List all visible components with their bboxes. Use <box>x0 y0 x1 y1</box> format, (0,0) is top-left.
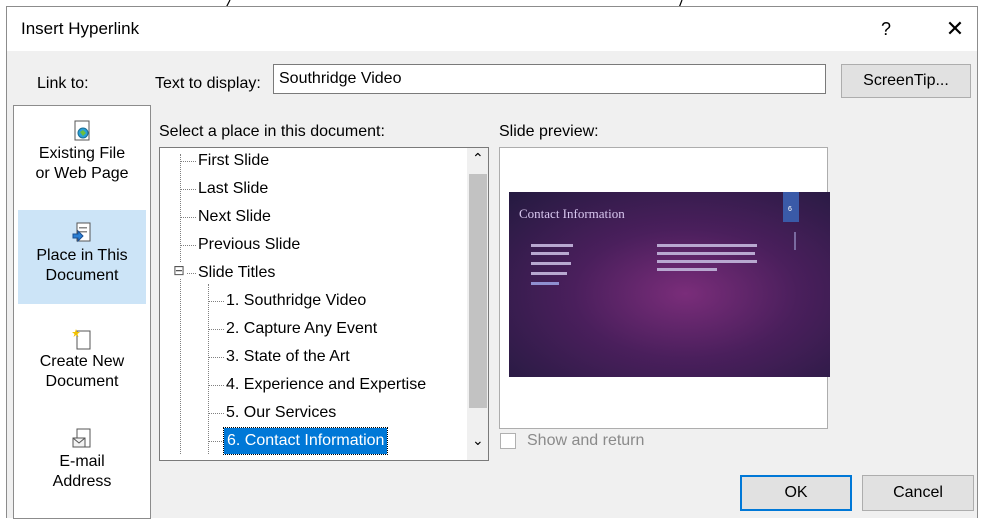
link-to-label: Link to: <box>37 75 89 92</box>
web-file-icon <box>74 120 90 141</box>
link-existing-file[interactable]: Existing File or Web Page <box>18 120 146 184</box>
link-existing-file-label-b: or Web Page <box>35 165 129 182</box>
link-place-label-a: Place in This <box>36 247 128 264</box>
link-email-label-b: Address <box>52 473 112 490</box>
slide-thumbnail: Contact Information 6 <box>509 192 830 377</box>
slide-title: Contact Information <box>519 206 625 221</box>
scroll-thumb[interactable] <box>469 174 487 408</box>
link-create-new-document[interactable]: Create New Document <box>18 328 146 392</box>
slide-number-tab: 6 <box>783 192 799 222</box>
cancel-button[interactable]: Cancel <box>862 475 974 511</box>
tree-node-first-slide[interactable]: First Slide <box>198 148 269 174</box>
slide-vertical-text <box>794 232 796 250</box>
tree-node-slide-2[interactable]: 2. Capture Any Event <box>226 316 377 342</box>
scroll-up-icon[interactable]: ⌃ <box>472 150 484 167</box>
show-and-return-checkbox[interactable] <box>500 433 516 449</box>
tree-node-slide-4[interactable]: 4. Experience and Expertise <box>226 372 426 398</box>
link-email-address[interactable]: E-mail Address <box>18 428 146 492</box>
tree-node-last-slide[interactable]: Last Slide <box>198 176 268 202</box>
link-email-label-a: E-mail <box>59 453 105 470</box>
place-in-document-icon <box>72 222 91 243</box>
dialog-title: Insert Hyperlink <box>21 19 140 38</box>
link-create-label-b: Document <box>45 373 119 390</box>
tree-scrollbar[interactable]: ⌃ ⌄ <box>467 148 488 460</box>
tree-node-slide-6[interactable]: 6. Contact Information <box>222 427 389 455</box>
screentip-button[interactable]: ScreenTip... <box>841 64 971 98</box>
scroll-down-icon[interactable]: ⌄ <box>472 432 484 449</box>
text-to-display-input[interactable]: Southridge Video <box>273 64 826 94</box>
link-to-bar: Existing File or Web Page Place in This … <box>13 105 151 519</box>
link-place-label-b: Document <box>45 267 119 284</box>
show-and-return-label: Show and return <box>527 432 645 449</box>
link-place-in-document[interactable]: Place in This Document <box>18 210 146 304</box>
text-to-display-label: Text to display: <box>155 75 261 92</box>
link-create-label-a: Create New <box>39 353 125 370</box>
new-document-icon <box>72 329 91 350</box>
link-existing-file-label-a: Existing File <box>38 145 126 162</box>
place-tree[interactable]: First Slide Last Slide Next Slide Previo… <box>159 147 489 461</box>
select-place-label: Select a place in this document: <box>159 123 385 140</box>
slide-preview-pane: Contact Information 6 <box>499 147 830 429</box>
tree-node-slide-1[interactable]: 1. Southridge Video <box>226 288 366 314</box>
tree-node-slide-5[interactable]: 5. Our Services <box>226 400 336 426</box>
tree-node-next-slide[interactable]: Next Slide <box>198 204 271 230</box>
tree-node-slide-3[interactable]: 3. State of the Art <box>226 344 350 370</box>
insert-hyperlink-dialog: Insert Hyperlink ? ✕ Link to: Text to di… <box>6 6 978 519</box>
collapse-expander-icon[interactable]: ⊟ <box>173 262 185 278</box>
email-icon <box>72 428 91 448</box>
help-button[interactable]: ? <box>871 15 901 43</box>
title-bar: Insert Hyperlink ? ✕ <box>7 7 977 51</box>
tree-node-previous-slide[interactable]: Previous Slide <box>198 232 300 258</box>
slide-preview-label: Slide preview: <box>499 123 599 140</box>
tree-node-slide-titles[interactable]: Slide Titles <box>198 260 275 286</box>
ok-button[interactable]: OK <box>740 475 852 511</box>
slide-number: 6 <box>788 206 792 213</box>
close-button[interactable]: ✕ <box>937 15 973 43</box>
